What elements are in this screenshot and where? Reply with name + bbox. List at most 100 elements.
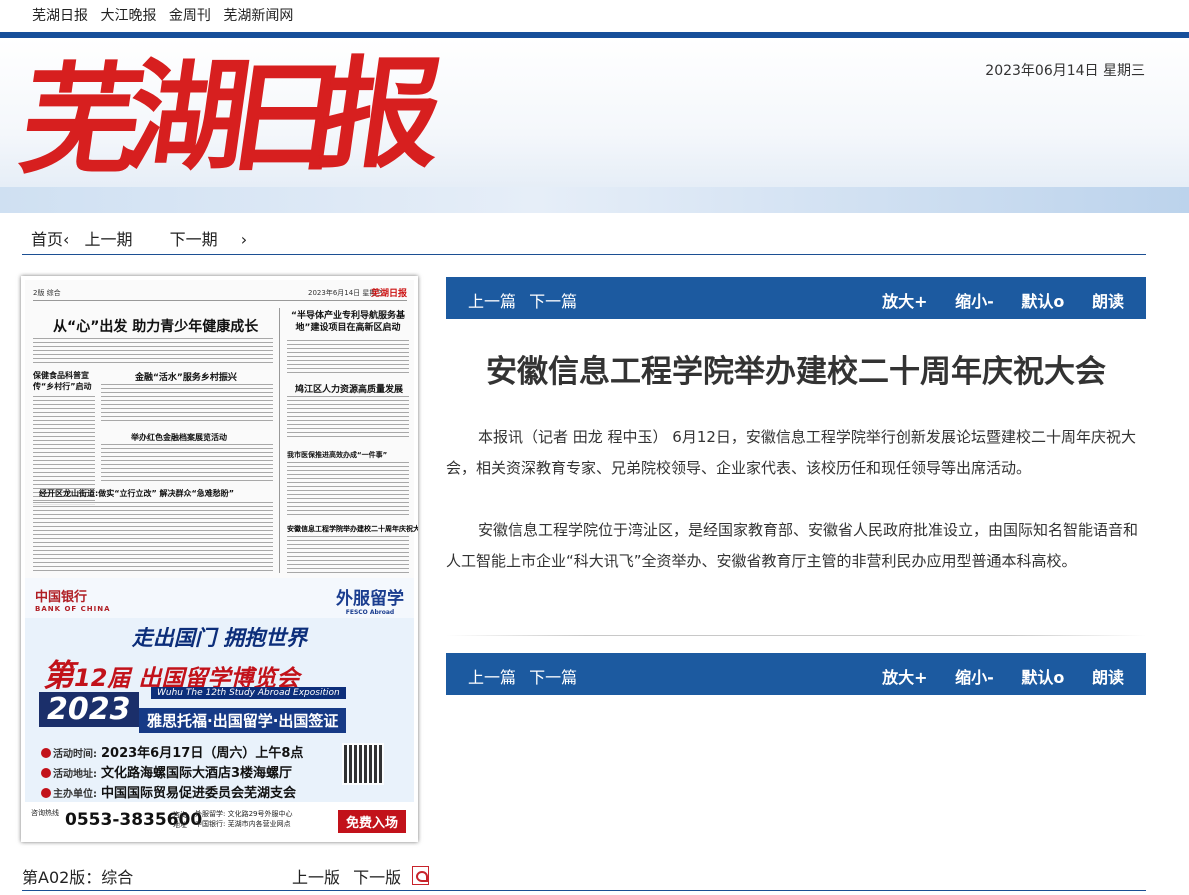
- default-size-button[interactable]: 默认o: [1021, 288, 1064, 312]
- ad-english-title: Wuhu The 12th Study Abroad Exposition: [151, 687, 346, 699]
- top-link-jin-weekly[interactable]: 金周刊: [169, 8, 211, 24]
- zoom-in-button[interactable]: 放大+: [882, 664, 927, 688]
- ad-slogan: 走出国门 拥抱世界: [131, 626, 308, 650]
- article-paragraph: 安徽信息工程学院位于湾沚区，是经国家教育部、安徽省人民政府批准设立，由国际知名智…: [446, 521, 1139, 570]
- prev-edition-link[interactable]: 上一版: [292, 868, 340, 887]
- top-link-dajiang-evening[interactable]: 大江晚报: [100, 8, 156, 24]
- ad-year: 2023: [39, 692, 139, 727]
- article-divider: [446, 635, 1146, 636]
- zoom-in-button[interactable]: 放大+: [882, 288, 927, 312]
- logo-char: 报: [312, 44, 452, 185]
- fesco-logo: 外服留学 FESCO Abroad: [336, 584, 404, 616]
- article-text-block: [287, 536, 409, 574]
- next-edition-link[interactable]: 下一版: [353, 868, 401, 887]
- ad-hotline-label: 咨询热线: [31, 809, 59, 817]
- ad-place-label: 活动地址:: [53, 769, 97, 780]
- fesco-name-en: FESCO Abroad: [345, 609, 395, 616]
- ad-place: 活动地址: 文化路海螺国际大酒店3楼海螺厅: [41, 762, 292, 781]
- next-article-button[interactable]: 下一篇: [529, 668, 577, 687]
- chevron-right-icon[interactable]: ›: [241, 230, 247, 249]
- article-text-block: [287, 340, 409, 376]
- ad-address-line: 中国银行: 芜湖市内各营业网点: [195, 820, 291, 828]
- ad-address-label: 咨询地址: [173, 811, 187, 829]
- clock-icon: [41, 748, 51, 758]
- article-text-block: [101, 384, 273, 424]
- article-tools: 放大+ 缩小- 默认o 朗读: [882, 664, 1146, 688]
- column-divider: [279, 308, 280, 573]
- read-aloud-button[interactable]: 朗读: [1092, 288, 1124, 312]
- ad-place-value: 文化路海螺国际大酒店3楼海螺厅: [101, 766, 293, 781]
- article-text-block: [33, 338, 273, 364]
- site-logo[interactable]: 芜 湖 日 报: [12, 44, 452, 196]
- zoom-out-button[interactable]: 缩小-: [955, 664, 994, 688]
- footer-divider: [22, 890, 1146, 891]
- next-issue-link[interactable]: 下一期: [170, 230, 218, 249]
- host-icon: [41, 788, 51, 798]
- headline[interactable]: 从“心”出发 助力青少年健康成长: [53, 316, 258, 336]
- newspaper-page: 2版 综合 2023年6月14日 星期三 芜湖日报 从“心”出发 助力青少年健康…: [25, 280, 418, 838]
- bank-name-cn: 中国银行: [35, 590, 88, 605]
- ad-time-label: 活动时间:: [53, 749, 97, 760]
- location-icon: [41, 768, 51, 778]
- home-link[interactable]: 首页‹: [31, 230, 69, 249]
- ad-host-label: 主办单位:: [53, 789, 97, 800]
- edition-nav: 上一版 下一版: [292, 864, 430, 888]
- headline[interactable]: 经开区龙山街道:做实“立行立改” 解决群众“急难愁盼”: [39, 488, 234, 499]
- ad-time: 活动时间: 2023年6月17日（周六）上午8点: [41, 742, 303, 761]
- article-text-block: [287, 462, 409, 518]
- nav-divider: [22, 254, 1146, 255]
- ad-host-value: 中国国际贸易促进委员会芜湖支会: [101, 786, 297, 801]
- headline[interactable]: “半导体产业专利导航服务基地”建设项目在高新区启动: [287, 310, 409, 334]
- headline[interactable]: 安徽信息工程学院举办建校二十周年庆祝大会: [287, 524, 418, 534]
- article-body: 本报讯（记者 田龙 程中玉） 6月12日，安徽信息工程学院举行创新发展论坛暨建校…: [446, 422, 1146, 608]
- prev-issue-link[interactable]: 上一期: [85, 230, 133, 249]
- prev-article-button[interactable]: 上一篇: [468, 292, 516, 311]
- issue-date: 2023年06月14日 星期三: [985, 63, 1145, 79]
- article-title: 安徽信息工程学院举办建校二十周年庆祝大会: [486, 354, 1106, 390]
- prev-article-button[interactable]: 上一篇: [468, 668, 516, 687]
- headline[interactable]: 鸠江区人力资源高质量发展: [295, 382, 403, 395]
- read-aloud-button[interactable]: 朗读: [1092, 664, 1124, 688]
- fesco-name-cn: 外服留学: [336, 589, 404, 609]
- zoom-out-button[interactable]: 缩小-: [955, 288, 994, 312]
- ad-subtitle: 雅思托福·出国留学·出国签证: [139, 708, 347, 733]
- top-links: 芜湖日报 大江晚报 金周刊 芜湖新闻网: [32, 5, 301, 25]
- top-link-wuhu-news[interactable]: 芜湖新闻网: [223, 8, 293, 24]
- pdf-download-icon[interactable]: [412, 866, 430, 885]
- headline[interactable]: 保健食品科普宣传“乡村行”启动: [33, 370, 93, 392]
- headline[interactable]: 我市医保推进高效办成“一件事”: [287, 450, 387, 460]
- ad-host: 主办单位: 中国国际贸易促进委员会芜湖支会: [41, 782, 296, 801]
- banner-stripe: [0, 187, 1189, 213]
- ad-main-number: 12: [74, 664, 108, 692]
- headline[interactable]: 金融“活水”服务乡村振兴: [135, 370, 237, 383]
- article-text-block: [287, 396, 409, 440]
- ad-main-prefix: 第: [43, 658, 74, 694]
- qr-code: [342, 743, 384, 785]
- page-number: 2版 综合: [33, 289, 61, 297]
- article-tools: 放大+ 缩小- 默认o 朗读: [882, 288, 1146, 312]
- issue-nav: 首页‹ 上一期 下一期 ›: [31, 226, 247, 250]
- bank-name-en: BANK OF CHINA: [35, 605, 111, 613]
- article-text-block: [33, 502, 273, 574]
- article-nav: 上一篇 下一篇: [468, 288, 585, 312]
- article-toolbar-bottom: 上一篇 下一篇 放大+ 缩小- 默认o 朗读: [446, 653, 1146, 695]
- article-nav: 上一篇 下一篇: [468, 664, 585, 688]
- page-brand: 芜湖日报: [370, 289, 407, 299]
- next-article-button[interactable]: 下一篇: [529, 292, 577, 311]
- article-toolbar-top: 上一篇 下一篇 放大+ 缩小- 默认o 朗读: [446, 277, 1146, 319]
- top-link-wuhu-daily[interactable]: 芜湖日报: [32, 8, 88, 24]
- headline[interactable]: 举办红色金融档案展览活动: [131, 432, 227, 443]
- ad-time-value: 2023年6月17日（周六）上午8点: [101, 746, 304, 761]
- study-abroad-advertisement[interactable]: 中国银行 BANK OF CHINA 外服留学 FESCO Abroad 走出国…: [25, 578, 414, 838]
- ad-footer: 咨询热线 0553-3835600 咨询地址 外服留学: 文化路29号外服中心 …: [25, 802, 414, 838]
- ad-address: 外服留学: 文化路29号外服中心 中国银行: 芜湖市内各营业网点: [195, 809, 293, 829]
- header-banner: 芜 湖 日 报 2023年06月14日 星期三: [0, 38, 1189, 213]
- newspaper-page-thumbnail[interactable]: 2版 综合 2023年6月14日 星期三 芜湖日报 从“心”出发 助力青少年健康…: [21, 276, 418, 842]
- free-entry-badge: 免费入场: [337, 810, 406, 833]
- article-paragraph: 本报讯（记者 田龙 程中玉） 6月12日，安徽信息工程学院举行创新发展论坛暨建校…: [446, 428, 1136, 477]
- page-header: 2版 综合 2023年6月14日 星期三 芜湖日报: [33, 288, 407, 301]
- bank-of-china-logo: 中国银行 BANK OF CHINA: [35, 586, 111, 613]
- default-size-button[interactable]: 默认o: [1021, 664, 1064, 688]
- ad-address-line: 外服留学: 文化路29号外服中心: [195, 810, 293, 818]
- article-text-block: [101, 444, 273, 484]
